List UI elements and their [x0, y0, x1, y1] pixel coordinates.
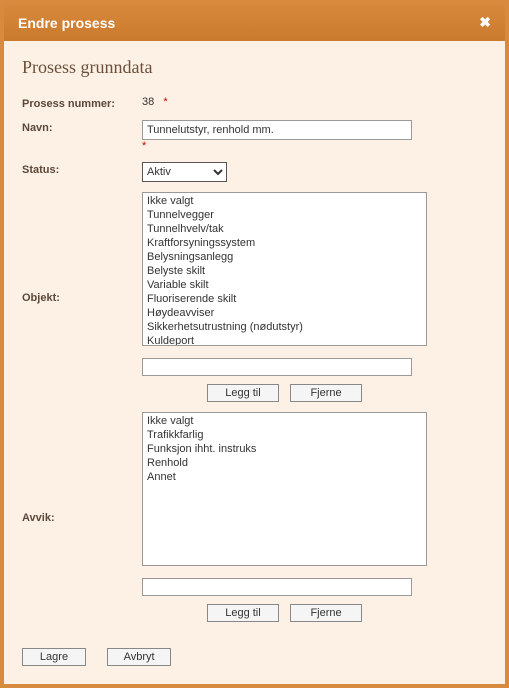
list-item[interactable]: Høydeavviser [144, 306, 425, 320]
save-button[interactable]: Lagre [22, 648, 86, 666]
row-prosess-nummer: Prosess nummer: 38 * [22, 96, 487, 110]
label-status: Status: [22, 162, 142, 176]
list-item[interactable]: Sikkerhetsutrustning (nødutstyr) [144, 320, 425, 334]
objekt-button-row: Legg til Fjerne [142, 384, 427, 402]
row-status: Status: Aktiv [22, 162, 487, 182]
status-select[interactable]: Aktiv [142, 162, 227, 182]
avvik-add-button[interactable]: Legg til [207, 604, 279, 622]
list-item[interactable]: Kuldeport [144, 334, 425, 346]
field-status: Aktiv [142, 162, 487, 182]
row-objekt: Objekt: Ikke valgt Tunnelvegger Tunnelhv… [22, 192, 487, 402]
objekt-add-input[interactable] [142, 358, 412, 376]
required-marker: * [163, 96, 167, 108]
list-item[interactable]: Fluoriserende skilt [144, 292, 425, 306]
window-title: Endre prosess [18, 15, 115, 31]
avvik-remove-button[interactable]: Fjerne [290, 604, 362, 622]
value-prosess-nummer: 38 [142, 96, 154, 108]
list-item[interactable]: Kraftforsyningssystem [144, 236, 425, 250]
field-objekt: Ikke valgt Tunnelvegger Tunnelhvelv/tak … [142, 192, 487, 402]
list-item[interactable]: Variable skilt [144, 278, 425, 292]
footer-buttons: Lagre Avbryt [22, 648, 487, 666]
row-navn: Navn: * [22, 120, 487, 152]
required-marker: * [142, 140, 146, 152]
label-navn: Navn: [22, 120, 142, 134]
list-item[interactable]: Ikke valgt [144, 414, 425, 428]
content-area: Prosess grunndata Prosess nummer: 38 * N… [4, 41, 505, 684]
label-avvik: Avvik: [22, 510, 142, 524]
dialog-window: Endre prosess ✖ Prosess grunndata Proses… [0, 0, 509, 688]
field-navn: * [142, 120, 487, 152]
list-item[interactable]: Annet [144, 470, 425, 484]
avvik-add-input[interactable] [142, 578, 412, 596]
avvik-listbox[interactable]: Ikke valgt Trafikkfarlig Funksjon ihht. … [142, 412, 427, 566]
list-item[interactable]: Funksjon ihht. instruks [144, 442, 425, 456]
list-item[interactable]: Tunnelhvelv/tak [144, 222, 425, 236]
field-prosess-nummer: 38 * [142, 96, 487, 108]
objekt-add-button[interactable]: Legg til [207, 384, 279, 402]
avvik-button-row: Legg til Fjerne [142, 604, 427, 622]
navn-input[interactable] [142, 120, 412, 140]
list-item[interactable]: Belysningsanlegg [144, 250, 425, 264]
label-objekt: Objekt: [22, 290, 142, 304]
objekt-listbox[interactable]: Ikke valgt Tunnelvegger Tunnelhvelv/tak … [142, 192, 427, 346]
titlebar: Endre prosess ✖ [4, 4, 505, 41]
list-item[interactable]: Trafikkfarlig [144, 428, 425, 442]
field-avvik: Ikke valgt Trafikkfarlig Funksjon ihht. … [142, 412, 487, 622]
label-prosess-nummer: Prosess nummer: [22, 96, 142, 110]
list-item[interactable]: Ikke valgt [144, 194, 425, 208]
list-item[interactable]: Tunnelvegger [144, 208, 425, 222]
list-item[interactable]: Belyste skilt [144, 264, 425, 278]
section-heading: Prosess grunndata [22, 57, 487, 78]
objekt-remove-button[interactable]: Fjerne [290, 384, 362, 402]
row-avvik: Avvik: Ikke valgt Trafikkfarlig Funksjon… [22, 412, 487, 622]
list-item[interactable]: Renhold [144, 456, 425, 470]
close-icon[interactable]: ✖ [479, 14, 491, 31]
cancel-button[interactable]: Avbryt [107, 648, 171, 666]
